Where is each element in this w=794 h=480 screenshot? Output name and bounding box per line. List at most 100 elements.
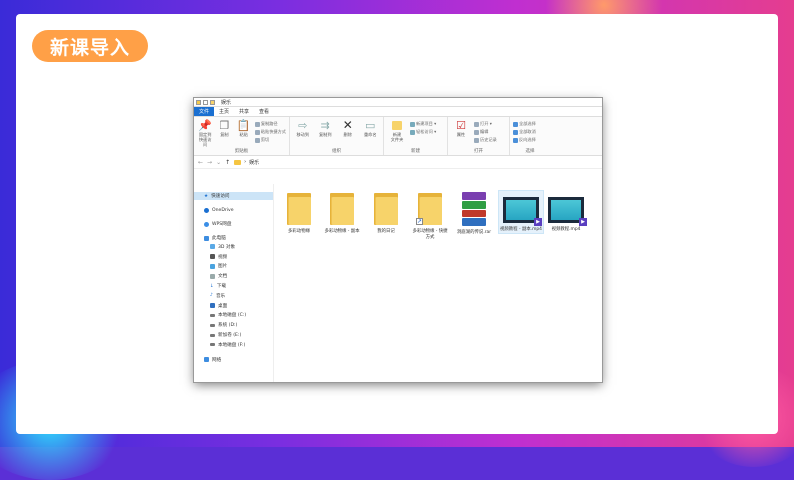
file-item-rar[interactable]: 洞庭湖的传说.rar	[454, 191, 494, 236]
file-name: 多彩动物缘 - 副本	[324, 229, 360, 234]
drive-icon	[210, 313, 215, 317]
move-to-button[interactable]: ⇨ 移动到	[293, 119, 313, 148]
quick-access-folder-icon[interactable]	[196, 99, 201, 105]
new-folder-button[interactable]: 新建 文件夹	[387, 119, 407, 148]
path-separator-icon: ›	[244, 159, 247, 165]
play-icon: ▶	[534, 218, 542, 226]
path-segment[interactable]: 娱乐	[249, 159, 259, 166]
file-name: 视频教程 - 副本.mp4	[500, 227, 542, 232]
explorer-body: ★ 快速访问 OneDrive WPS网盘 此电脑 3D 对象 视频 图片 文档 …	[194, 184, 602, 382]
easy-access-button[interactable]: 轻松访问 ▾	[410, 129, 436, 135]
file-item-video-selected[interactable]: ▶ 视频教程 - 副本.mp4	[498, 190, 544, 234]
recent-chevron-icon[interactable]: ⌄	[216, 159, 221, 166]
nav-downloads[interactable]: ↓ 下载	[194, 281, 273, 291]
rename-icon: ▭	[365, 118, 376, 132]
open-button[interactable]: 打开 ▾	[474, 121, 497, 127]
nav-desktop[interactable]: 桌面	[194, 301, 273, 311]
video-icon	[210, 254, 215, 260]
select-none-button[interactable]: 全部取消	[513, 129, 536, 135]
folder-icon	[391, 119, 403, 131]
copy-path-button[interactable]: 复制路径	[254, 121, 286, 127]
history-button[interactable]: 历史记录	[474, 137, 497, 143]
window-title: 娱乐	[221, 99, 232, 106]
paste-shortcut-button[interactable]: 粘贴快捷方式	[254, 129, 286, 135]
cut-button[interactable]: 剪切	[254, 137, 286, 143]
nav-music[interactable]: ♪ 音乐	[194, 291, 273, 301]
up-arrow-icon[interactable]: ↑	[225, 159, 230, 166]
nav-drive-f[interactable]: 本地磁盘 (F:)	[194, 340, 273, 350]
nav-drive-e[interactable]: 新加卷 (E:)	[194, 330, 273, 340]
history-icon	[474, 137, 479, 143]
star-icon: ★	[204, 193, 209, 199]
nav-drive-c[interactable]: 本地磁盘 (C:)	[194, 311, 273, 321]
nav-drive-d[interactable]: 系统 (D:)	[194, 320, 273, 330]
paste-button[interactable]: 📋 粘贴	[236, 119, 252, 148]
nav-this-pc[interactable]: 此电脑	[194, 234, 273, 242]
properties-button[interactable]: ☑ 属性	[451, 119, 471, 148]
invert-selection-icon	[513, 137, 518, 143]
file-item-shortcut[interactable]: ↗ 多彩动物缘 - 快捷方式	[410, 191, 450, 241]
file-item-folder[interactable]: 我的日记	[366, 191, 406, 235]
tab-file[interactable]: 文件	[194, 107, 215, 116]
tab-share[interactable]: 共享	[234, 107, 254, 116]
file-item-folder[interactable]: 多彩动物缘	[279, 191, 319, 235]
file-name: 洞庭湖的传说.rar	[456, 230, 492, 235]
nav-network[interactable]: 网络	[194, 356, 273, 364]
nav-onedrive[interactable]: OneDrive	[194, 206, 273, 214]
select-all-button[interactable]: 全部选择	[513, 121, 536, 127]
nav-documents[interactable]: 文档	[194, 271, 273, 281]
file-name: 多彩动物缘	[288, 229, 310, 234]
new-folder-icon[interactable]	[210, 99, 215, 105]
delete-button[interactable]: ✕ 删除	[338, 119, 358, 148]
folder-icon	[234, 159, 242, 165]
copy-icon: ❐	[219, 118, 230, 132]
open-icon	[474, 121, 479, 127]
nav-quick-access[interactable]: ★ 快速访问	[194, 192, 273, 200]
address-path[interactable]: › 娱乐	[234, 159, 259, 166]
pin-button[interactable]: 📌 固定到快速访问	[197, 119, 213, 148]
invert-selection-button[interactable]: 反向选择	[513, 137, 536, 143]
group-clipboard: 📌 固定到快速访问 ❐ 复制 📋 粘贴 复制路径 粘贴快捷方式 剪切 剪贴板	[194, 117, 290, 155]
picture-icon	[210, 263, 215, 269]
network-icon	[204, 357, 209, 363]
tab-home[interactable]: 主页	[214, 107, 234, 116]
nav-wps-drive[interactable]: WPS网盘	[194, 220, 273, 228]
window-titlebar: 娱乐	[194, 98, 602, 107]
new-item-button[interactable]: 新建项目 ▾	[410, 121, 436, 127]
back-arrow-icon[interactable]: ←	[198, 159, 203, 166]
nav-videos[interactable]: 视频	[194, 252, 273, 262]
open-small-buttons: 打开 ▾ 编辑 历史记录	[474, 119, 497, 148]
move-to-icon: ⇨	[298, 118, 308, 132]
folder-icon	[330, 193, 354, 225]
select-all-icon	[513, 121, 518, 127]
paste-shortcut-icon	[254, 129, 260, 135]
video-thumbnail-icon: ▶	[548, 197, 587, 226]
nav-3d-objects[interactable]: 3D 对象	[194, 242, 273, 252]
explorer-window[interactable]: 娱乐 文件 主页 共享 查看 📌 固定到快速访问 ❐ 复制 📋 粘贴 复制路径 …	[194, 98, 602, 382]
file-item-video[interactable]: ▶ 视频教程.mp4	[544, 191, 588, 233]
group-label: 新建	[411, 149, 420, 154]
edit-button[interactable]: 编辑	[474, 129, 497, 135]
group-select: 全部选择 全部取消 反向选择 选择	[510, 117, 550, 155]
group-organize: ⇨ 移动到 ⇉ 复制到 ✕ 删除 ▭ 重命名 组织	[290, 117, 384, 155]
nav-pictures[interactable]: 图片	[194, 262, 273, 272]
group-label: 打开	[474, 149, 483, 154]
address-bar: ← → ⌄ ↑ › 娱乐	[194, 156, 602, 169]
cloud-icon	[204, 221, 209, 227]
properties-icon[interactable]	[203, 99, 208, 105]
forward-arrow-icon[interactable]: →	[207, 159, 212, 166]
tab-view[interactable]: 查看	[254, 107, 274, 116]
cloud-icon	[204, 207, 209, 213]
document-icon	[210, 273, 215, 279]
copy-to-button[interactable]: ⇉ 复制到	[316, 119, 336, 148]
download-arrow-icon: ↓	[210, 283, 214, 289]
file-name: 我的日记	[377, 229, 395, 234]
rename-button[interactable]: ▭ 重命名	[361, 119, 381, 148]
copy-to-icon: ⇉	[320, 118, 330, 132]
file-item-folder[interactable]: 多彩动物缘 - 副本	[322, 191, 362, 235]
pin-icon: 📌	[198, 118, 212, 132]
copy-button[interactable]: ❐ 复制	[216, 119, 232, 148]
properties-check-icon: ☑	[456, 118, 466, 132]
cube-icon	[210, 244, 215, 250]
group-label: 选择	[525, 149, 535, 154]
